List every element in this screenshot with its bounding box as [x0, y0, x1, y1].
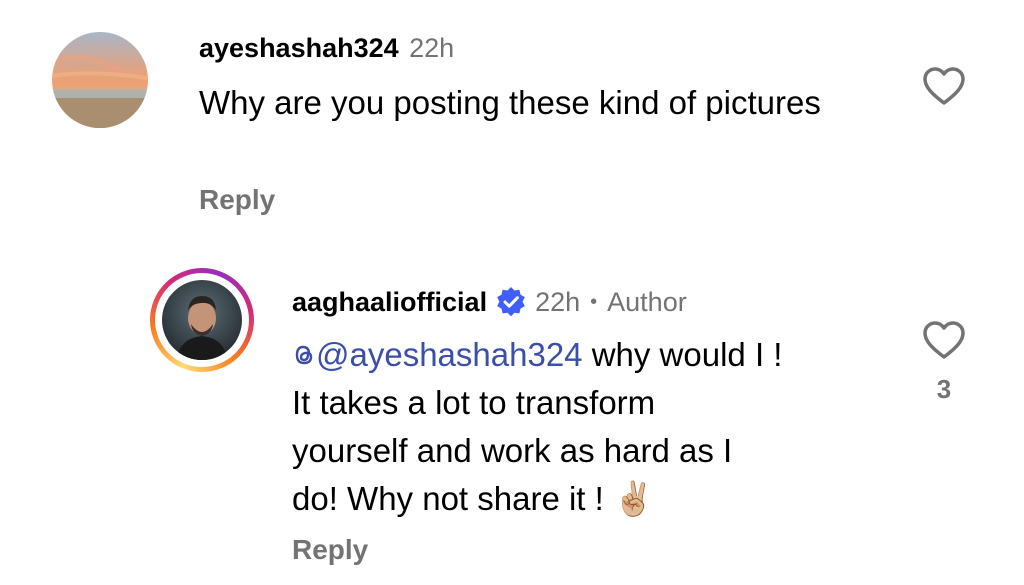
username[interactable]: aaghaaliofficial: [292, 287, 487, 318]
mention-link[interactable]: @ayeshashah324: [292, 336, 583, 373]
comment-text: Why are you posting these kind of pictur…: [199, 84, 821, 121]
verified-badge-icon: [495, 286, 527, 318]
comment-2-header: aaghaaliofficial 22h • Author: [292, 286, 687, 318]
threads-icon: [292, 334, 316, 365]
username[interactable]: ayeshashah324: [199, 33, 399, 63]
heart-icon: [923, 321, 965, 359]
avatar-aaghaaliofficial: [162, 280, 242, 360]
comment-line-3: yourself and work as hard as I: [292, 432, 733, 469]
comment-line-4-text: do! Why not share it !: [292, 480, 613, 517]
author-label: Author: [607, 286, 687, 317]
like-button[interactable]: [922, 66, 966, 106]
avatar-ayeshashah324[interactable]: [52, 32, 148, 128]
victory-hand-emoji: ✌🏼: [612, 480, 655, 517]
comment-line-1: @ayeshashah324 why would I !: [292, 331, 892, 379]
timestamp: 22h: [535, 286, 581, 317]
comment-text: @ayeshashah324 why would I ! It takes a …: [292, 331, 892, 523]
comment-line-4: do! Why not share it ! ✌🏼: [292, 475, 892, 523]
separator: •: [590, 290, 598, 313]
story-ring[interactable]: [150, 268, 254, 372]
comment-line-1-text: why would I !: [582, 336, 783, 373]
timestamp: 22h: [409, 33, 455, 63]
comment-1-header: ayeshashah324 22h: [199, 33, 454, 64]
comment-1: ayeshashah324 22h Why are you posting th…: [0, 0, 1024, 240]
beach-sunset-avatar-image: [52, 32, 148, 128]
reply-button[interactable]: Reply: [199, 184, 275, 216]
heart-icon: [923, 67, 965, 105]
mention-text: @ayeshashah324: [316, 336, 583, 373]
comment-line-2: It takes a lot to transform: [292, 384, 656, 421]
like-count: 3: [936, 374, 952, 404]
reply-button[interactable]: Reply: [292, 534, 368, 566]
profile-photo-image: [162, 280, 242, 360]
comment-2: aaghaaliofficial 22h • Author @ayeshasha…: [0, 240, 1024, 585]
like-button[interactable]: [922, 320, 966, 360]
